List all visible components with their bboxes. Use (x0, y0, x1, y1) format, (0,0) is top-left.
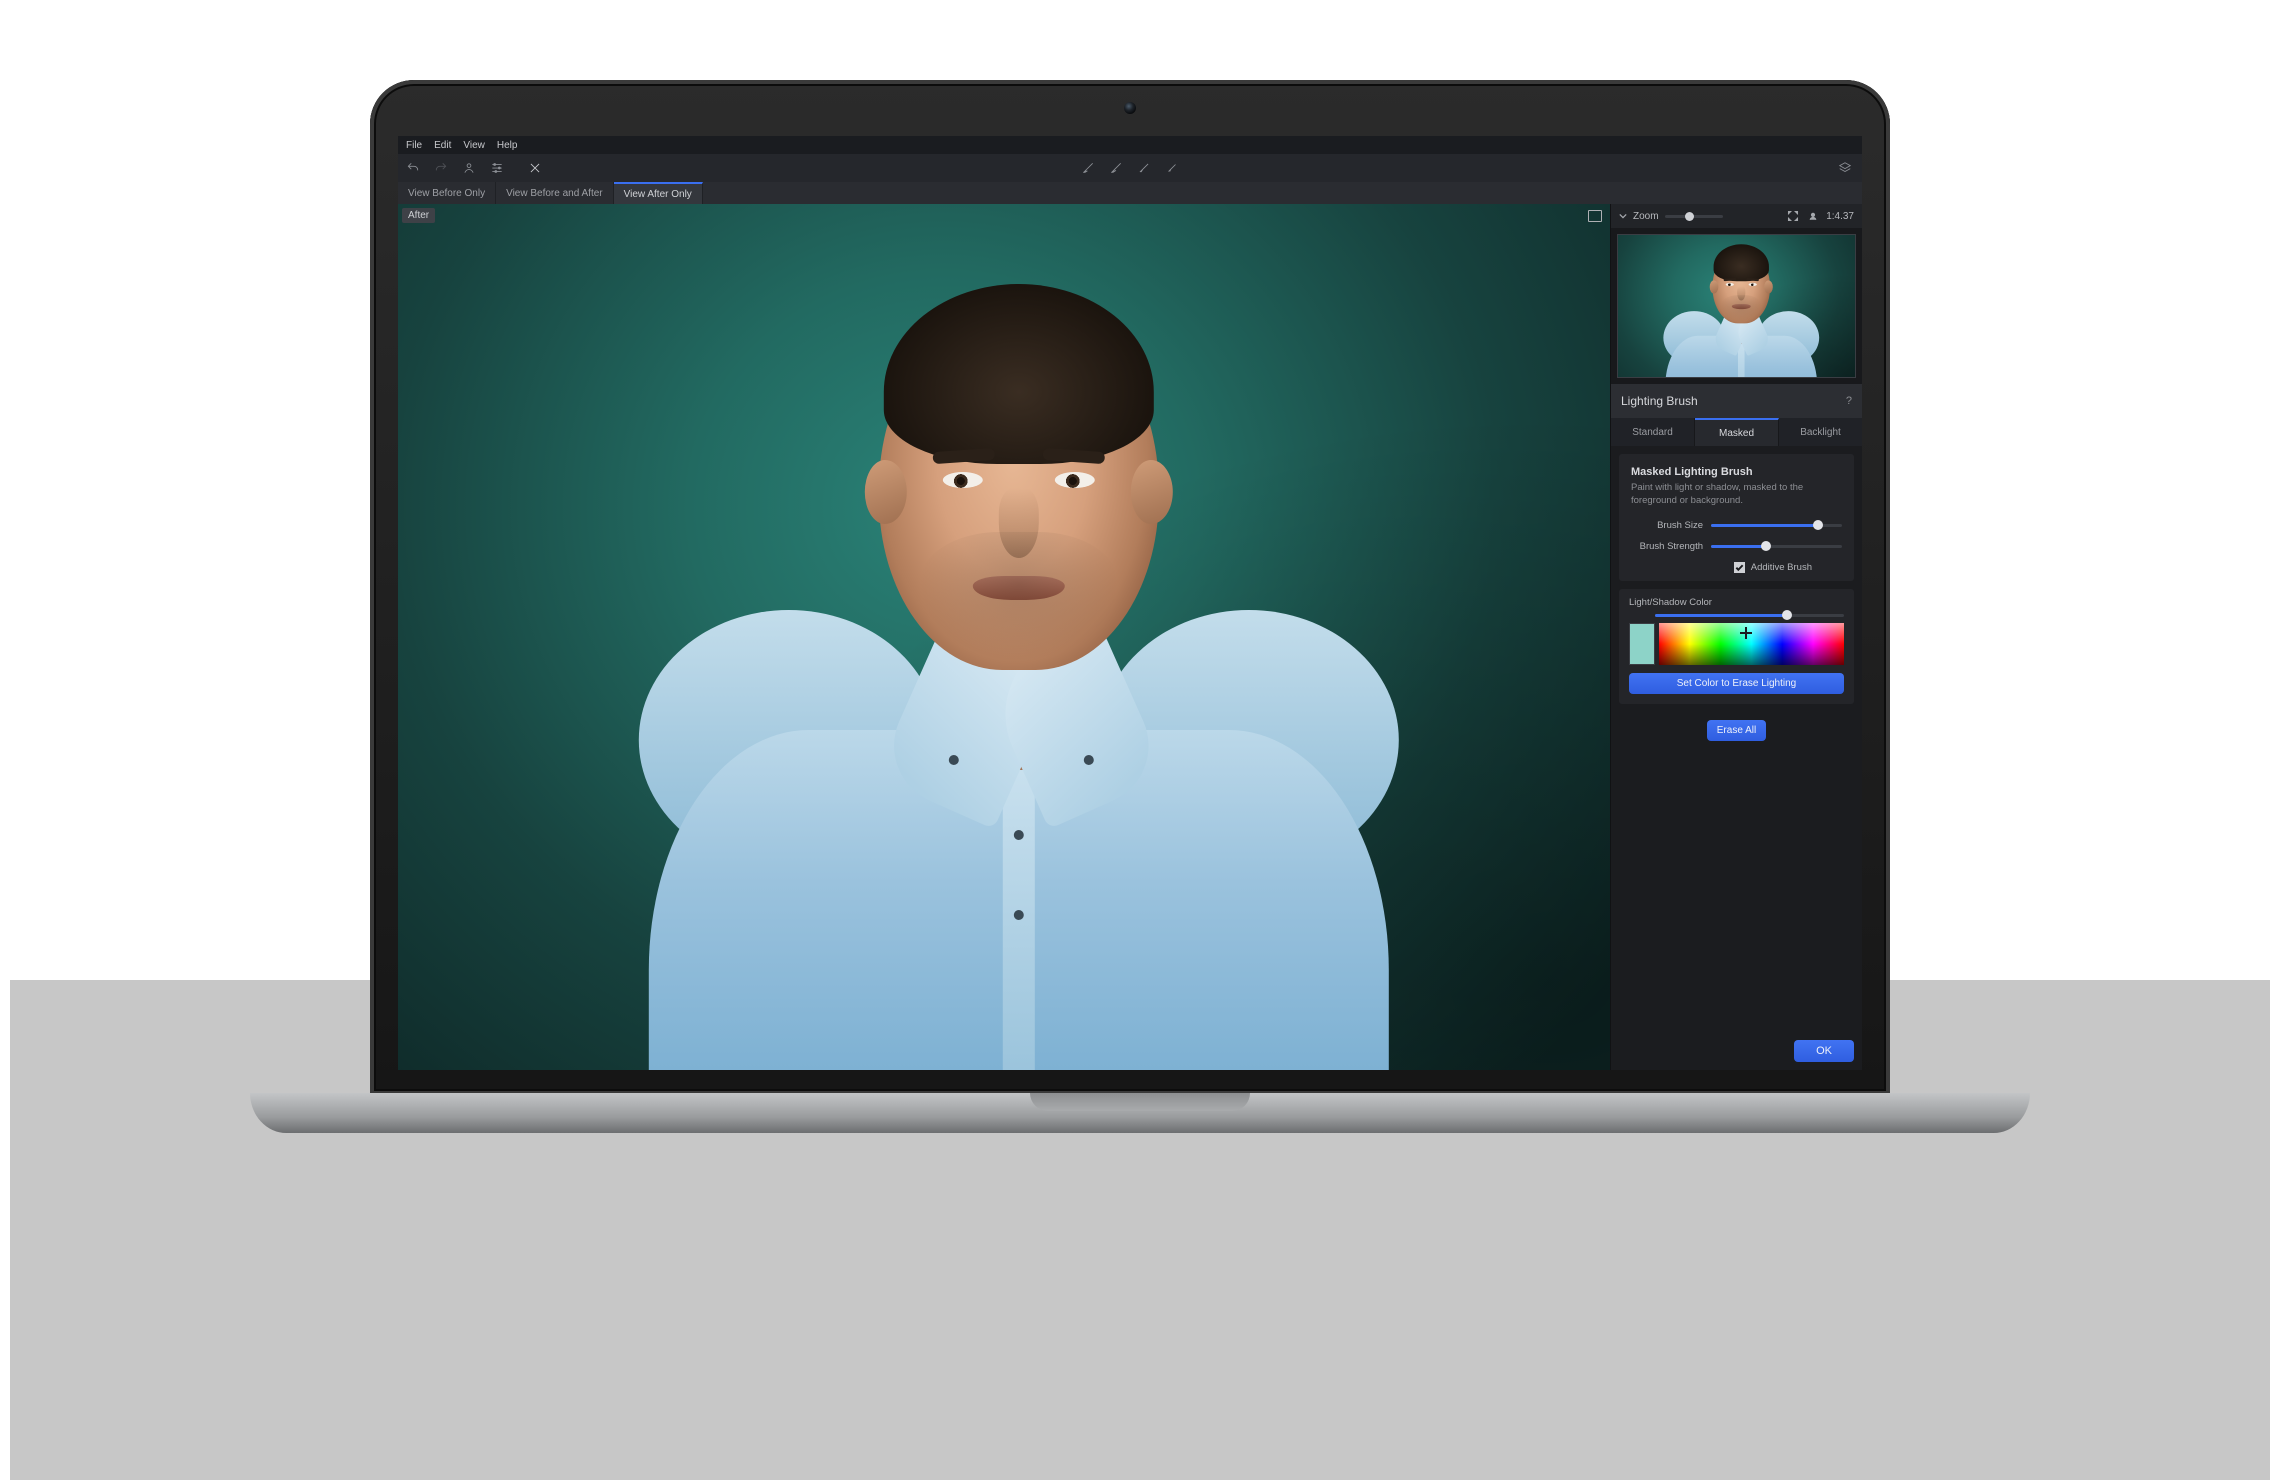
toolbar (398, 154, 1862, 182)
tab-view-before-only[interactable]: View Before Only (398, 182, 496, 204)
set-erase-color-button[interactable]: Set Color to Erase Lighting (1629, 673, 1844, 694)
fit-screen-icon[interactable] (1786, 209, 1800, 223)
sliders-icon[interactable] (488, 159, 506, 177)
tab-view-before-and-after[interactable]: View Before and After (496, 182, 614, 204)
zoom-slider[interactable] (1665, 215, 1723, 218)
face-fit-icon[interactable] (1806, 209, 1820, 223)
brush-strength-label: Brush Strength (1631, 541, 1703, 552)
color-luminance-slider[interactable] (1655, 614, 1844, 617)
menu-view[interactable]: View (463, 140, 485, 151)
chevron-down-icon[interactable] (1619, 212, 1627, 220)
brush-settings: Masked Lighting Brush Paint with light o… (1619, 454, 1854, 581)
photo-subject (649, 250, 1389, 1070)
additive-brush-checkbox[interactable] (1734, 562, 1745, 573)
panel-title: Lighting Brush (1621, 394, 1698, 408)
layers-icon[interactable] (1836, 159, 1854, 177)
menu-file[interactable]: File (406, 140, 422, 151)
brush-subheading: Masked Lighting Brush (1631, 466, 1842, 478)
right-panel: Zoom 1:4.37 (1610, 204, 1862, 1070)
additive-brush-label: Additive Brush (1751, 562, 1812, 573)
brush-description: Paint with light or shadow, masked to th… (1631, 482, 1842, 508)
hue-picker[interactable] (1659, 623, 1844, 665)
menu-edit[interactable]: Edit (434, 140, 451, 151)
brush-size-slider[interactable] (1711, 524, 1842, 527)
zoom-label: Zoom (1633, 211, 1659, 222)
zoom-ratio: 1:4.37 (1826, 211, 1854, 222)
tab-standard[interactable]: Standard (1611, 418, 1695, 446)
zoom-bar: Zoom 1:4.37 (1611, 204, 1862, 228)
brush-tool-4-icon[interactable] (1163, 159, 1181, 177)
footer: OK (1611, 1032, 1862, 1070)
color-label: Light/Shadow Color (1629, 597, 1844, 608)
person-icon[interactable] (460, 159, 478, 177)
erase-all-button[interactable]: Erase All (1707, 720, 1766, 741)
view-mode-tabs: View Before Only View Before and After V… (398, 182, 1862, 204)
color-section: Light/Shadow Color Set Color to Erase Li… (1619, 589, 1854, 704)
close-icon[interactable] (526, 159, 544, 177)
menu-help[interactable]: Help (497, 140, 518, 151)
brush-strength-slider[interactable] (1711, 545, 1842, 548)
color-swatch[interactable] (1629, 623, 1655, 665)
hue-crosshair-icon (1740, 627, 1752, 639)
canvas[interactable]: After (398, 204, 1610, 1070)
brush-size-label: Brush Size (1631, 520, 1703, 531)
undo-icon[interactable] (404, 159, 422, 177)
redo-icon[interactable] (432, 159, 450, 177)
navigator-preview[interactable] (1611, 228, 1862, 384)
brush-tool-2-icon[interactable] (1107, 159, 1125, 177)
panel-title-bar: Lighting Brush ? (1611, 384, 1862, 418)
brush-tool-1-icon[interactable] (1079, 159, 1097, 177)
brush-tool-3-icon[interactable] (1135, 159, 1153, 177)
fullscreen-icon[interactable] (1588, 210, 1602, 222)
canvas-state-badge: After (402, 208, 435, 223)
tab-backlight[interactable]: Backlight (1779, 418, 1862, 446)
brush-mode-tabs: Standard Masked Backlight (1611, 418, 1862, 446)
tab-view-after-only[interactable]: View After Only (614, 182, 703, 204)
help-icon[interactable]: ? (1846, 395, 1852, 407)
menubar: File Edit View Help (398, 136, 1862, 154)
tab-masked[interactable]: Masked (1695, 418, 1779, 446)
ok-button[interactable]: OK (1794, 1040, 1854, 1062)
